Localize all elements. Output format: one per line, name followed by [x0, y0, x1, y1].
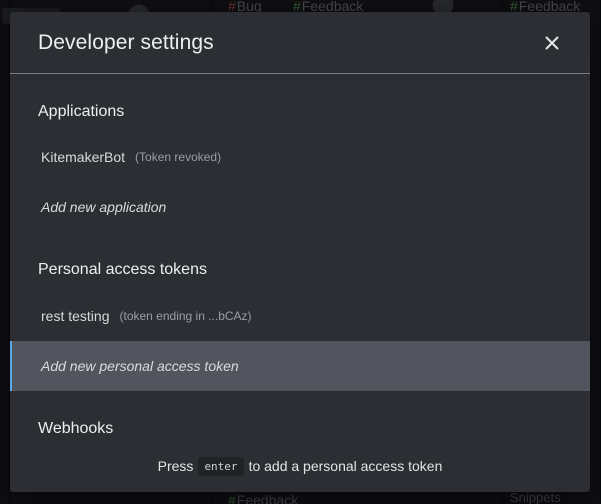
application-status: (Token revoked): [135, 150, 222, 164]
token-item[interactable]: rest testing (token ending in ...bCAz): [10, 291, 590, 341]
developer-settings-modal: Developer settings Applications Kitemake…: [10, 12, 590, 492]
application-name: KitemakerBot: [41, 149, 126, 165]
section-title-webhooks: Webhooks: [38, 420, 114, 437]
application-item[interactable]: KitemakerBot (Token revoked): [10, 132, 590, 182]
token-ending: (token ending in ...bCAz): [119, 309, 252, 323]
section-title-personal-access-tokens: Personal access tokens: [38, 261, 207, 278]
section-title-applications: Applications: [38, 103, 125, 120]
modal-header: Developer settings: [10, 12, 590, 74]
add-application-label: Add new application: [41, 199, 167, 215]
hint-suffix: to add a personal access token: [248, 458, 443, 474]
enter-key: enter: [198, 456, 244, 476]
close-icon: [545, 36, 559, 49]
add-token-label: Add new personal access token: [41, 358, 239, 374]
close-button[interactable]: [538, 29, 566, 57]
add-application-button[interactable]: Add new application: [10, 182, 590, 232]
modal-title: Developer settings: [38, 30, 214, 54]
token-name: rest testing: [41, 308, 110, 324]
add-personal-access-token-button[interactable]: Add new personal access token: [10, 341, 590, 391]
hint-prefix: Press: [157, 458, 194, 474]
keyboard-hint: Press enter to add a personal access tok…: [10, 454, 590, 478]
